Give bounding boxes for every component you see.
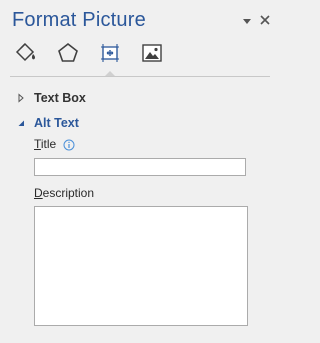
chevron-down-icon xyxy=(243,19,251,24)
pane-title: Format Picture xyxy=(12,9,146,31)
chevron-expanded-icon xyxy=(16,118,26,128)
pentagon-icon xyxy=(58,42,78,62)
section-alt-text-label: Alt Text xyxy=(34,116,79,130)
tab-effects[interactable] xyxy=(53,38,83,68)
tab-picture[interactable] xyxy=(137,38,167,68)
close-button[interactable] xyxy=(259,13,271,25)
tab-size-properties[interactable] xyxy=(95,38,125,77)
description-label-mnemonic: D xyxy=(34,186,43,200)
close-icon xyxy=(260,15,270,25)
chevron-right-icon xyxy=(16,93,26,103)
title-input[interactable] xyxy=(34,158,246,176)
tab-fill-line[interactable] xyxy=(11,38,41,68)
size-properties-icon xyxy=(101,44,119,62)
info-icon[interactable] xyxy=(63,138,75,151)
paint-bucket-icon xyxy=(15,42,35,62)
title-label-mnemonic: T xyxy=(34,137,41,151)
format-picture-pane: Format Picture Text Box Alt Text Title D… xyxy=(0,0,280,343)
description-input[interactable] xyxy=(34,206,248,326)
section-alt-text[interactable]: Alt Text xyxy=(16,114,79,132)
title-label: Title xyxy=(34,137,56,151)
description-label: Description xyxy=(34,186,94,200)
pane-options-dropdown[interactable] xyxy=(241,14,253,26)
pane-tabs xyxy=(11,38,171,77)
picture-icon xyxy=(142,44,162,62)
tabs-divider xyxy=(10,76,270,77)
title-label-rest: itle xyxy=(40,137,57,151)
section-text-box-label: Text Box xyxy=(34,91,86,105)
description-label-rest: escription xyxy=(42,186,95,200)
section-text-box[interactable]: Text Box xyxy=(16,89,86,107)
